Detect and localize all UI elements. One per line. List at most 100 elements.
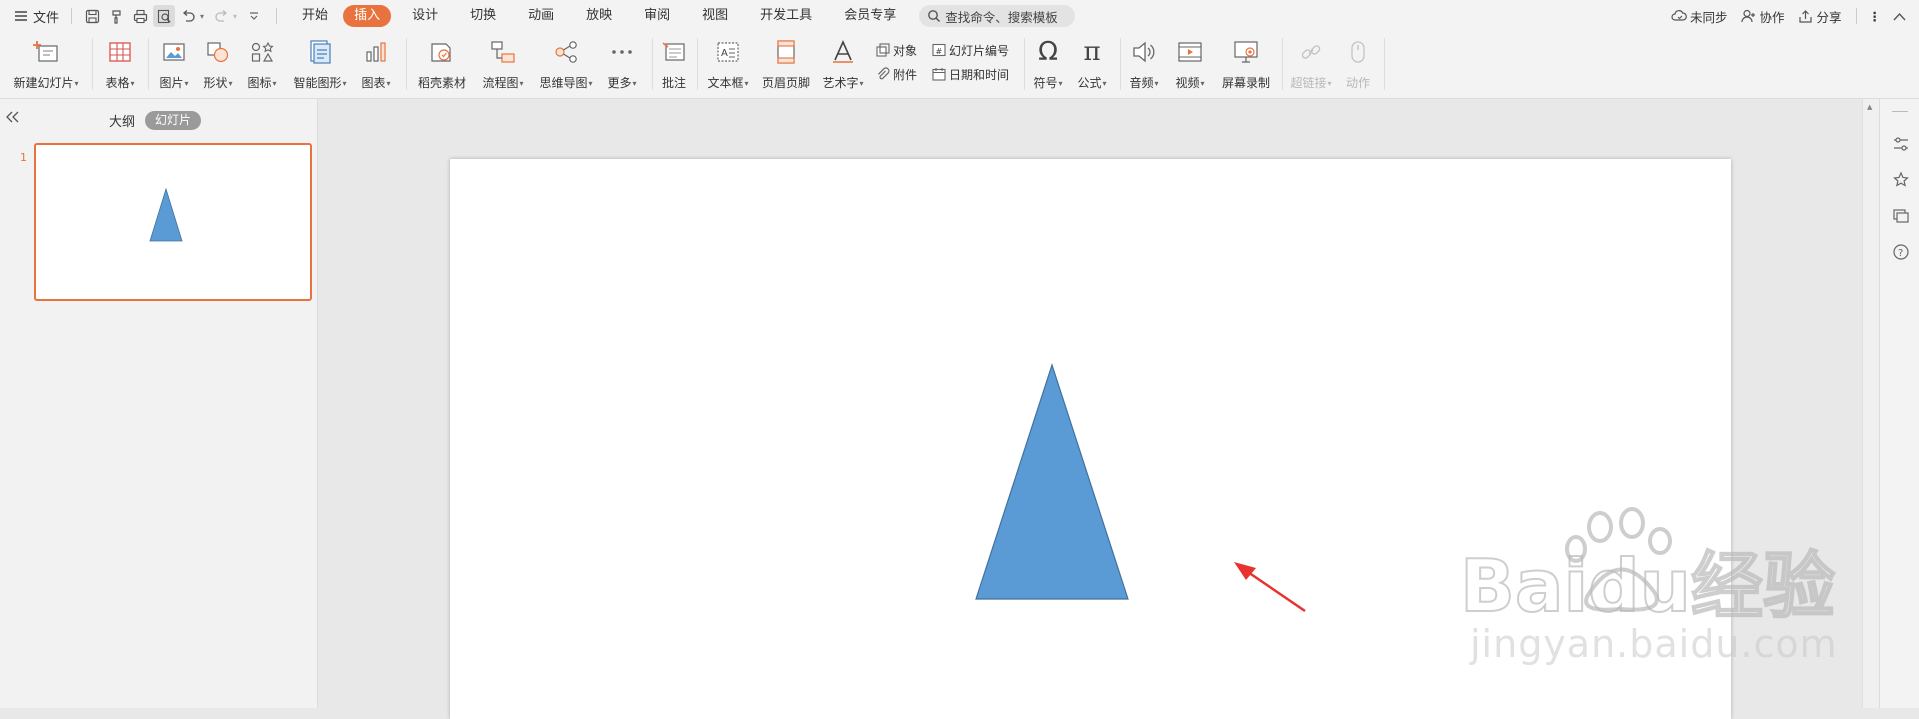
picture-icon [163,43,185,61]
redo-icon[interactable] [210,5,232,27]
object-button[interactable]: 对象 [876,40,917,60]
slide-number-label: 幻灯片编号 [949,43,1010,58]
video-button[interactable]: 视频▾ [1172,36,1208,92]
undo-icon[interactable] [177,5,199,27]
action-button[interactable]: 动作 [1340,36,1376,92]
table-label: 表格 [105,76,130,90]
ribbon-insert: 新建幻灯片▾ 表格▾ 图片▾ 形状▾ 图标▾ 智能图形▾ 图表▾ 稻壳素材 流程… [0,32,1919,99]
pin-star-icon[interactable] [1892,171,1910,189]
picture-button[interactable]: 图片▾ [156,36,192,92]
screen-record-label: 屏幕录制 [1221,76,1270,90]
shape-button[interactable]: 形状▾ [200,36,236,92]
slide-number-button[interactable]: # 幻灯片编号 [932,40,1009,60]
tab-slides[interactable]: 幻灯片 [145,111,202,130]
collapse-ribbon-icon[interactable] [1893,12,1909,21]
paperclip-icon [877,67,890,80]
comment-button[interactable]: 批注 [658,36,690,92]
symbol-label: 符号 [1033,76,1058,90]
tab-insert[interactable]: 插入 [343,5,392,27]
redo-dropdown-icon[interactable]: ▾ [233,12,237,21]
command-search-input[interactable]: 查找命令、搜索模板 [919,5,1076,27]
wordart-label: 艺术字 [822,76,859,90]
mouse-icon [1351,41,1365,63]
wordart-button[interactable]: 艺术字▾ [820,36,866,92]
icon-library-label: 图标 [247,76,272,90]
screen-record-button[interactable]: 屏幕录制 [1218,36,1274,92]
textbox-icon: A [717,42,739,62]
share-icon [1799,10,1813,23]
comment-label: 批注 [661,76,686,90]
undo-dropdown-icon[interactable]: ▾ [200,12,204,21]
header-footer-icon [777,40,795,64]
flowchart-button[interactable]: 流程图▾ [478,36,528,92]
video-label: 视频 [1175,76,1200,90]
cloud-icon [1671,10,1687,21]
textbox-label: 文本框 [707,76,744,90]
symbol-button[interactable]: Ω 符号▾ [1030,36,1066,92]
flowchart-icon [491,41,515,63]
attachment-button[interactable]: 附件 [876,64,917,84]
icon-library-icon [251,41,274,62]
header-footer-button[interactable]: 页眉页脚 [760,36,812,92]
sync-status-button[interactable]: 未同步 [1671,7,1727,26]
audio-button[interactable]: 音频▾ [1126,36,1162,92]
object-icon [876,43,890,57]
svg-text:A: A [721,48,728,59]
shape-label: 形状 [203,76,228,90]
slide-number-icon: # [932,43,946,57]
new-slide-button[interactable]: 新建幻灯片▾ [10,36,82,92]
hyperlink-button[interactable]: 超链接▾ [1288,36,1334,92]
share-button[interactable]: 分享 [1798,7,1842,26]
new-slide-icon [33,41,58,62]
help-icon[interactable]: ? [1892,243,1910,261]
screen-record-icon [1234,41,1258,63]
tab-member[interactable]: 会员专享 [833,5,907,27]
slide-thumbnail[interactable] [34,143,312,301]
flowchart-label: 流程图 [482,76,519,90]
calendar-icon [932,68,946,81]
print-preview-icon[interactable] [153,5,176,27]
tab-slideshow[interactable]: 放映 [575,5,623,27]
smart-art-button[interactable]: 智能图形▾ [290,36,350,92]
more-button[interactable]: 更多▾ [604,36,640,92]
date-time-button[interactable]: 日期和时间 [932,64,1009,84]
collapse-pane-icon[interactable] [6,111,20,127]
chart-label: 图表 [361,76,386,90]
slide-thumbnail-pane: 大纲 幻灯片 1 [0,99,318,708]
tab-animation[interactable]: 动画 [517,5,565,27]
icon-library-button[interactable]: 图标▾ [244,36,280,92]
print-icon[interactable] [129,5,151,27]
picture-label: 图片 [159,76,184,90]
slides-panel-icon[interactable] [1892,207,1910,225]
tab-view[interactable]: 视图 [691,5,739,27]
right-sidebar: ? [1879,99,1919,708]
share-label: 分享 [1816,9,1842,25]
textbox-button[interactable]: A 文本框▾ [704,36,752,92]
format-painter-icon[interactable] [105,5,127,27]
tab-developer[interactable]: 开发工具 [749,5,823,27]
file-menu[interactable]: 文件 [14,0,59,32]
chart-button[interactable]: 图表▾ [358,36,394,92]
collaborate-button[interactable]: 协作 [1741,7,1784,26]
pi-icon: π [1083,37,1101,67]
tab-outline[interactable]: 大纲 [109,111,135,130]
user-add-icon [1741,9,1756,23]
hamburger-icon [15,11,27,21]
customize-toolbar-icon[interactable] [243,5,265,27]
tab-design[interactable]: 设计 [401,5,449,27]
attachment-label: 附件 [893,67,918,82]
slide-number: 1 [20,151,27,164]
adjust-settings-icon[interactable] [1892,135,1910,153]
table-button[interactable]: 表格▾ [100,36,140,92]
tab-home[interactable]: 开始 [291,5,339,27]
mindmap-button[interactable]: 思维导图▾ [536,36,596,92]
more-options-icon[interactable]: ⋮ [1869,9,1882,24]
menu-bar: 文件 ▾ ▾ 开始 插入 设计 切换 动画 放映 审阅 视图 开发工具 会员专享… [0,0,1919,32]
vertical-scrollbar[interactable]: ▲ [1862,99,1879,708]
save-icon[interactable] [81,5,103,27]
tab-transition[interactable]: 切换 [459,5,507,27]
daoke-material-button[interactable]: 稻壳素材 [414,36,470,92]
formula-button[interactable]: π 公式▾ [1074,36,1110,92]
mindmap-label: 思维导图 [539,76,588,90]
tab-review[interactable]: 审阅 [633,5,681,27]
